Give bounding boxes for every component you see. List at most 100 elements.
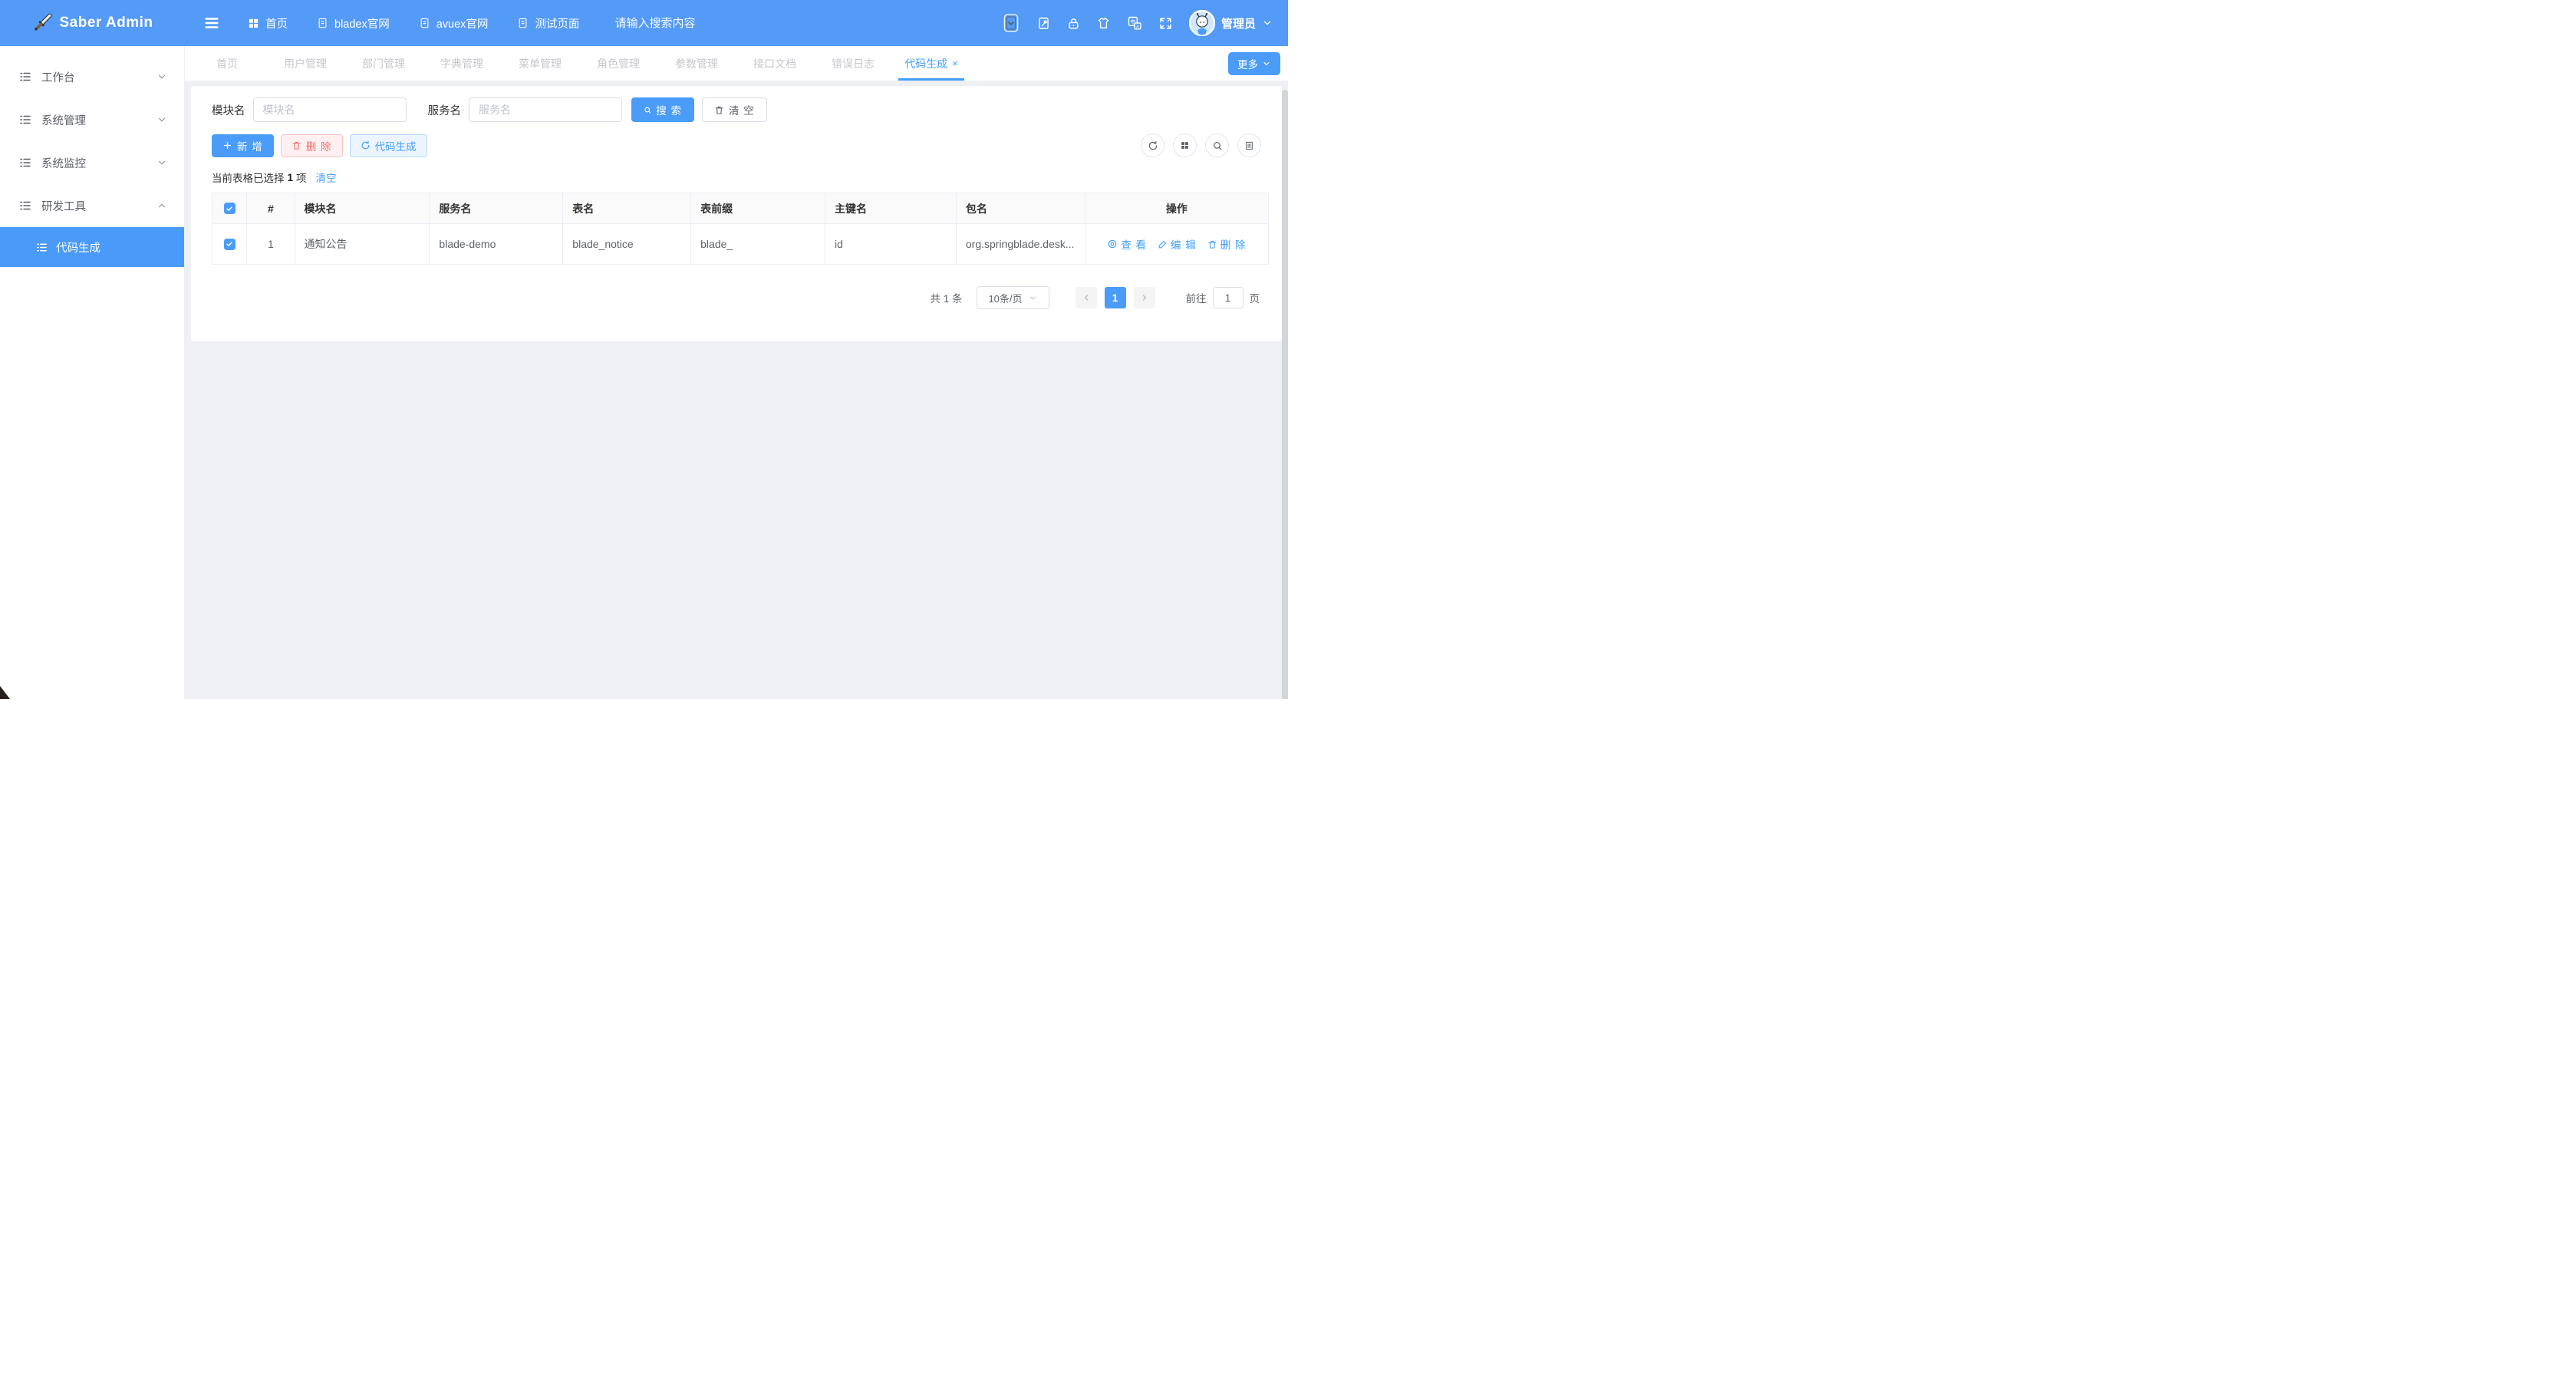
row-checkbox[interactable] (224, 239, 236, 250)
topnav-item-avuex[interactable]: avuex官网 (419, 15, 489, 31)
global-search-input[interactable] (614, 17, 768, 30)
tab-param-mgmt[interactable]: 参数管理 (657, 46, 736, 81)
sword-icon (32, 13, 52, 33)
tab-close-icon[interactable]: × (952, 58, 958, 69)
top-nav: 首页 bladex官网 avuex官网 (248, 15, 579, 31)
codegen-button[interactable]: 代码生成 (350, 134, 427, 157)
delete-button[interactable]: 删 除 (281, 134, 343, 157)
chevron-up-icon (156, 200, 167, 211)
more-tabs-button[interactable]: 更多 (1228, 52, 1280, 75)
page-number-1[interactable]: 1 (1105, 287, 1126, 308)
table-toolbar (1141, 134, 1261, 157)
page-codegen: 模块名 服务名 搜 索 清 空 (185, 81, 1288, 699)
tab-bar: 首页 用户管理 部门管理 字典管理 菜单管理 角色管理 参数管理 接口文档 错误… (185, 46, 1288, 81)
cell-prefix: blade_ (691, 224, 825, 265)
tab-role-mgmt[interactable]: 角色管理 (579, 46, 657, 81)
lock-icon[interactable] (1067, 16, 1080, 31)
sidebar: 工作台 系统管理 系统监控 (0, 46, 185, 699)
selection-count: 1 (288, 172, 294, 183)
sidebar-item-codegen[interactable]: 代码生成 (0, 227, 184, 267)
chevron-down-icon (1262, 18, 1273, 28)
list-icon (18, 113, 32, 127)
total-count: 共 1 条 (930, 290, 962, 305)
sidebar-item-system-monitor[interactable]: 系统监控 (0, 141, 184, 184)
selection-info: 当前表格已选择 1 项 清空 (212, 170, 1269, 185)
view-link[interactable]: 查 看 (1107, 236, 1147, 252)
cell-service: blade-demo (430, 224, 563, 265)
tab-api-docs[interactable]: 接口文档 (736, 46, 814, 81)
page-scrollbar[interactable] (1282, 90, 1288, 699)
select-all-checkbox[interactable] (224, 203, 236, 214)
cell-module: 通知公告 (295, 224, 430, 265)
action-bar: 新 增 删 除 代码生成 (212, 134, 1269, 157)
theme-shirt-icon[interactable] (1096, 16, 1111, 30)
tab-menu-mgmt[interactable]: 菜单管理 (501, 46, 579, 81)
topnav-item-bladex[interactable]: bladex官网 (317, 15, 390, 31)
delete-link[interactable]: 删 除 (1207, 236, 1247, 252)
search-toggle-icon[interactable] (1205, 134, 1229, 157)
user-name: 管理员 (1221, 15, 1256, 31)
app-header: Saber Admin 首页 (0, 0, 1288, 46)
cell-pk: id (825, 224, 957, 265)
tab-codegen[interactable]: 代码生成 × (892, 46, 970, 81)
service-name-input[interactable] (469, 97, 622, 122)
table-header-row: # 模块名 服务名 表名 表前缀 主键名 包名 操作 (212, 193, 1269, 224)
cell-package: org.springblade.desk... (956, 224, 1085, 265)
list-icon (35, 241, 48, 254)
filter-form: 模块名 服务名 搜 索 清 空 (212, 97, 1269, 122)
sidebar-item-dev-tools[interactable]: 研发工具 (0, 184, 184, 227)
dropdown-box-icon[interactable] (1002, 13, 1020, 33)
refresh-icon[interactable] (1141, 134, 1164, 157)
grid-icon (248, 18, 259, 29)
topnav-item-test[interactable]: 测试页面 (517, 15, 579, 31)
list-icon (18, 70, 32, 84)
fullscreen-icon[interactable] (1158, 16, 1173, 31)
service-name-label: 服务名 (428, 102, 462, 118)
next-page-button[interactable] (1134, 287, 1155, 308)
chevron-down-icon (156, 114, 167, 125)
sidebar-item-system-mgmt[interactable]: 系统管理 (0, 98, 184, 141)
clear-selection-link[interactable]: 清空 (316, 170, 337, 185)
edit-link[interactable]: 编 辑 (1158, 236, 1197, 252)
avatar (1189, 10, 1215, 36)
list-icon (18, 199, 32, 213)
user-menu[interactable]: 管理员 (1189, 10, 1273, 36)
column-grid-icon[interactable] (1173, 134, 1197, 157)
menu-list-icon[interactable] (1237, 134, 1261, 157)
svg-text:A: A (1136, 25, 1139, 30)
tab-dept-mgmt[interactable]: 部门管理 (344, 46, 423, 81)
tab-user-mgmt[interactable]: 用户管理 (266, 46, 344, 81)
document-icon (419, 17, 430, 29)
pagination: 共 1 条 10条/页 1 前往 页 (204, 286, 1269, 309)
cell-index: 1 (247, 224, 295, 265)
translate-icon[interactable]: 中 A (1127, 15, 1142, 31)
codegen-table: # 模块名 服务名 表名 表前缀 主键名 包名 操作 (212, 193, 1269, 265)
tab-error-log[interactable]: 错误日志 (814, 46, 892, 81)
goto-page-input[interactable] (1213, 287, 1244, 308)
add-button[interactable]: 新 增 (212, 134, 274, 157)
cursor-artifact (0, 686, 10, 699)
header-actions: 中 A (1002, 10, 1273, 36)
document-icon (317, 17, 328, 29)
goto-label: 前往 (1186, 290, 1207, 305)
table-row: 1 通知公告 blade-demo blade_notice blade_ id… (212, 224, 1269, 265)
tab-dict-mgmt[interactable]: 字典管理 (423, 46, 501, 81)
prev-page-button[interactable] (1076, 287, 1097, 308)
module-name-label: 模块名 (212, 102, 245, 118)
cell-table: blade_notice (563, 224, 691, 265)
sidebar-item-workbench[interactable]: 工作台 (0, 55, 184, 98)
search-button[interactable]: 搜 索 (631, 97, 694, 122)
app-logo: Saber Admin (0, 0, 185, 46)
page-size-select[interactable]: 10条/页 (977, 286, 1049, 309)
clear-button[interactable]: 清 空 (702, 97, 767, 122)
module-name-input[interactable] (253, 97, 407, 122)
top-bar: 首页 bladex官网 avuex官网 (185, 0, 1288, 46)
topnav-item-home[interactable]: 首页 (248, 15, 288, 31)
chevron-down-icon (156, 71, 167, 82)
tab-home[interactable]: 首页 (188, 46, 266, 81)
hamburger-icon[interactable] (203, 15, 220, 31)
app-title: Saber Admin (60, 15, 153, 31)
page-unit-label: 页 (1250, 290, 1260, 305)
debug-pad-icon[interactable] (1036, 15, 1051, 31)
list-icon (18, 156, 32, 170)
